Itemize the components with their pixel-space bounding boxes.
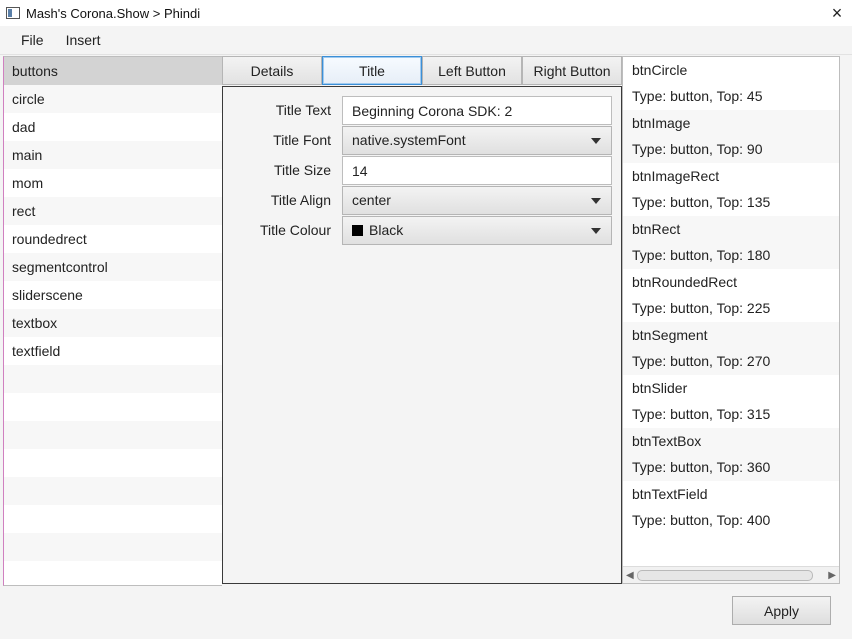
title-text-row: Title Text xyxy=(223,95,621,125)
object-info: Type: button, Top: 90 xyxy=(632,141,763,157)
empty-row xyxy=(4,477,222,505)
empty-row xyxy=(4,365,222,393)
list-item[interactable]: btnImageRect Type: button, Top: 135 xyxy=(623,163,839,216)
empty-row xyxy=(4,421,222,449)
empty-row xyxy=(4,533,222,561)
list-item[interactable]: btnSegment Type: button, Top: 270 xyxy=(623,322,839,375)
empty-row xyxy=(4,561,222,585)
object-info: Type: button, Top: 135 xyxy=(632,194,771,210)
object-name: btnSlider xyxy=(632,380,688,396)
empty-row xyxy=(4,393,222,421)
dropdown-arrow-icon xyxy=(591,138,601,144)
scroll-right-icon[interactable]: ▶ xyxy=(828,570,836,581)
window-title: Mash's Corona.Show > Phindi xyxy=(26,5,201,21)
dropdown-arrow-icon xyxy=(591,228,601,234)
title-align-value: center xyxy=(352,192,391,208)
scene-item[interactable]: segmentcontrol xyxy=(4,253,222,281)
title-text-label: Title Text xyxy=(275,102,331,118)
list-item[interactable]: btnTextBox Type: button, Top: 360 xyxy=(623,428,839,481)
object-name: btnImage xyxy=(632,115,691,131)
list-item[interactable]: btnImage Type: button, Top: 90 xyxy=(623,110,839,163)
empty-row xyxy=(4,449,222,477)
object-info: Type: button, Top: 180 xyxy=(632,247,771,263)
object-info: Type: button, Top: 270 xyxy=(632,353,771,369)
title-align-select[interactable]: center xyxy=(342,186,612,215)
object-name: btnCircle xyxy=(632,62,688,78)
title-font-row: Title Font native.systemFont xyxy=(223,125,621,155)
close-icon[interactable]: × xyxy=(826,2,848,24)
list-item[interactable]: btnSlider Type: button, Top: 315 xyxy=(623,375,839,428)
list-item[interactable]: btnCircle Type: button, Top: 45 xyxy=(623,57,839,110)
colour-swatch-icon xyxy=(352,225,363,236)
scene-item[interactable]: mom xyxy=(4,169,222,197)
menu-insert[interactable]: Insert xyxy=(55,26,112,54)
title-size-row: Title Size xyxy=(223,155,621,185)
scene-item[interactable]: dad xyxy=(4,113,222,141)
object-info: Type: button, Top: 45 xyxy=(632,88,763,104)
object-name: btnSegment xyxy=(632,327,708,343)
title-colour-value: Black xyxy=(369,222,404,238)
title-colour-row: Title Colour Black xyxy=(223,215,621,245)
tab-left-button[interactable]: Left Button xyxy=(422,56,522,85)
title-align-label: Title Align xyxy=(270,192,331,208)
scene-item[interactable]: textfield xyxy=(4,337,222,365)
object-list[interactable]: btnCircle Type: button, Top: 45 btnImage… xyxy=(622,56,840,584)
scene-item[interactable]: circle xyxy=(4,85,222,113)
empty-row xyxy=(4,505,222,533)
title-align-row: Title Align center xyxy=(223,185,621,215)
scene-item[interactable]: main xyxy=(4,141,222,169)
horizontal-scrollbar[interactable]: ◀ ▶ xyxy=(623,566,839,583)
scene-item[interactable]: rect xyxy=(4,197,222,225)
app-window-icon xyxy=(6,7,20,19)
object-name: btnTextField xyxy=(632,486,708,502)
title-font-select[interactable]: native.systemFont xyxy=(342,126,612,155)
apply-button[interactable]: Apply xyxy=(732,596,831,625)
object-name: btnImageRect xyxy=(632,168,720,184)
object-info: Type: button, Top: 225 xyxy=(632,300,771,316)
tab-details[interactable]: Details xyxy=(222,56,322,85)
scene-item[interactable]: roundedrect xyxy=(4,225,222,253)
title-colour-select[interactable]: Black xyxy=(342,216,612,245)
object-name: btnRect xyxy=(632,221,681,237)
title-font-label: Title Font xyxy=(273,132,331,148)
title-text-input[interactable] xyxy=(342,96,612,125)
list-item[interactable]: btnTextField Type: button, Top: 400 xyxy=(623,481,839,534)
scrollbar-thumb[interactable] xyxy=(637,570,813,581)
title-size-input[interactable] xyxy=(342,156,612,185)
list-item[interactable]: btnRoundedRect Type: button, Top: 225 xyxy=(623,269,839,322)
scene-item[interactable]: buttons xyxy=(4,57,222,85)
title-bar: Mash's Corona.Show > Phindi × xyxy=(0,0,852,26)
menu-file[interactable]: File xyxy=(10,26,55,54)
scene-list[interactable]: buttons circle dad main mom rect rounded… xyxy=(3,56,222,586)
scroll-left-icon[interactable]: ◀ xyxy=(626,570,634,581)
list-item[interactable]: btnRect Type: button, Top: 180 xyxy=(623,216,839,269)
object-info: Type: button, Top: 360 xyxy=(632,459,771,475)
tab-right-button[interactable]: Right Button xyxy=(522,56,622,85)
object-name: btnRoundedRect xyxy=(632,274,738,290)
title-font-value: native.systemFont xyxy=(352,132,466,148)
object-info: Type: button, Top: 315 xyxy=(632,406,771,422)
object-name: btnTextBox xyxy=(632,433,702,449)
scene-item[interactable]: textbox xyxy=(4,309,222,337)
dropdown-arrow-icon xyxy=(591,198,601,204)
scene-item[interactable]: sliderscene xyxy=(4,281,222,309)
title-size-label: Title Size xyxy=(273,162,331,178)
menu-bar: File Insert xyxy=(0,26,852,55)
tab-title[interactable]: Title xyxy=(322,56,422,85)
object-info: Type: button, Top: 400 xyxy=(632,512,771,528)
title-properties-panel: Title Text Title Font native.systemFont … xyxy=(222,86,622,584)
title-colour-label: Title Colour xyxy=(259,222,331,238)
property-tabs: Details Title Left Button Right Button xyxy=(222,56,622,86)
